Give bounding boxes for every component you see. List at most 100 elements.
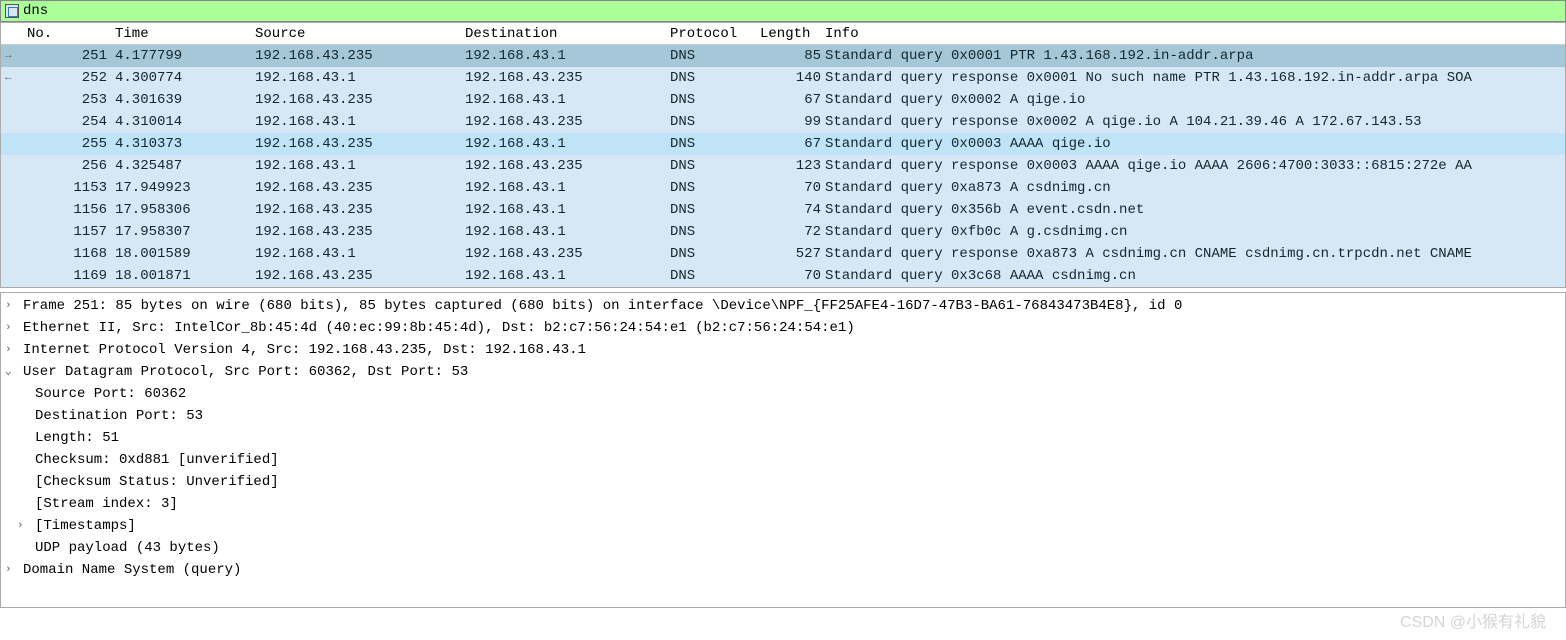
filter-icon: [5, 4, 19, 18]
cell-len: 140: [760, 70, 825, 86]
packet-row[interactable]: 116918.001871192.168.43.235192.168.43.1D…: [1, 265, 1565, 287]
cell-dst: 192.168.43.235: [465, 70, 670, 86]
cell-info: Standard query 0x0003 AAAA qige.io: [825, 136, 1565, 152]
cell-src: 192.168.43.1: [255, 70, 465, 86]
tree-udp[interactable]: ⌄ User Datagram Protocol, Src Port: 6036…: [5, 361, 1561, 383]
tree-ip[interactable]: › Internet Protocol Version 4, Src: 192.…: [5, 339, 1561, 361]
cell-src: 192.168.43.235: [255, 202, 465, 218]
cell-info: Standard query 0x3c68 AAAA csdnimg.cn: [825, 268, 1565, 284]
cell-no: 254: [25, 114, 115, 130]
cell-proto: DNS: [670, 268, 760, 284]
tree-label: User Datagram Protocol, Src Port: 60362,…: [23, 361, 468, 383]
cell-time: 4.310373: [115, 136, 255, 152]
packet-row[interactable]: 115317.949923192.168.43.235192.168.43.1D…: [1, 177, 1565, 199]
cell-no: 1156: [25, 202, 115, 218]
expand-icon[interactable]: ›: [5, 295, 23, 317]
watermark: CSDN @小猴有礼貌: [1400, 608, 1546, 632]
cell-dst: 192.168.43.235: [465, 158, 670, 174]
expand-icon[interactable]: ›: [17, 515, 35, 537]
cell-proto: DNS: [670, 114, 760, 130]
cell-no: 256: [25, 158, 115, 174]
display-filter-input[interactable]: [23, 3, 1561, 19]
cell-info: Standard query 0xa873 A csdnimg.cn: [825, 180, 1565, 196]
tree-label: Destination Port: 53: [35, 405, 203, 427]
cell-src: 192.168.43.235: [255, 268, 465, 284]
collapse-icon[interactable]: ⌄: [5, 361, 23, 383]
cell-info: Standard query 0x356b A event.csdn.net: [825, 202, 1565, 218]
expand-icon[interactable]: ›: [5, 317, 23, 339]
cell-time: 17.958307: [115, 224, 255, 240]
cell-len: 70: [760, 180, 825, 196]
expand-icon[interactable]: ›: [5, 559, 23, 581]
packet-row[interactable]: →2514.177799192.168.43.235192.168.43.1DN…: [1, 45, 1565, 67]
cell-time: 18.001871: [115, 268, 255, 284]
packet-row[interactable]: 116818.001589192.168.43.1192.168.43.235D…: [1, 243, 1565, 265]
packet-details-pane: › Frame 251: 85 bytes on wire (680 bits)…: [0, 292, 1566, 608]
tree-dns[interactable]: › Domain Name System (query): [5, 559, 1561, 581]
cell-proto: DNS: [670, 92, 760, 108]
cell-dst: 192.168.43.1: [465, 48, 670, 64]
tree-label: Checksum: 0xd881 [unverified]: [35, 449, 279, 471]
cell-info: Standard query response 0x0003 AAAA qige…: [825, 158, 1565, 174]
tree-udp-stream[interactable]: [Stream index: 3]: [5, 493, 1561, 515]
cell-len: 527: [760, 246, 825, 262]
column-destination[interactable]: Destination: [465, 26, 670, 42]
arrow-out-icon: →: [5, 50, 25, 62]
cell-time: 4.301639: [115, 92, 255, 108]
cell-info: Standard query 0x0001 PTR 1.43.168.192.i…: [825, 48, 1565, 64]
cell-proto: DNS: [670, 202, 760, 218]
tree-udp-checksum-status[interactable]: [Checksum Status: Unverified]: [5, 471, 1561, 493]
column-source[interactable]: Source: [255, 26, 465, 42]
cell-len: 99: [760, 114, 825, 130]
packet-row[interactable]: 115717.958307192.168.43.235192.168.43.1D…: [1, 221, 1565, 243]
cell-src: 192.168.43.235: [255, 136, 465, 152]
column-length[interactable]: Length: [760, 26, 825, 42]
cell-proto: DNS: [670, 158, 760, 174]
cell-len: 85: [760, 48, 825, 64]
packet-row[interactable]: 2554.310373192.168.43.235192.168.43.1DNS…: [1, 133, 1565, 155]
tree-udp-srcport[interactable]: Source Port: 60362: [5, 383, 1561, 405]
cell-info: Standard query response 0x0001 No such n…: [825, 70, 1565, 86]
packet-row[interactable]: 2544.310014192.168.43.1192.168.43.235DNS…: [1, 111, 1565, 133]
column-no[interactable]: No.: [25, 26, 115, 42]
cell-len: 74: [760, 202, 825, 218]
column-protocol[interactable]: Protocol: [670, 26, 760, 42]
packet-row[interactable]: ←2524.300774192.168.43.1192.168.43.235DN…: [1, 67, 1565, 89]
cell-no: 1169: [25, 268, 115, 284]
tree-label: Source Port: 60362: [35, 383, 186, 405]
tree-frame[interactable]: › Frame 251: 85 bytes on wire (680 bits)…: [5, 295, 1561, 317]
cell-dst: 192.168.43.235: [465, 246, 670, 262]
packet-row[interactable]: 2564.325487192.168.43.1192.168.43.235DNS…: [1, 155, 1565, 177]
expand-icon[interactable]: ›: [5, 339, 23, 361]
cell-no: 1157: [25, 224, 115, 240]
packet-list-header[interactable]: No. Time Source Destination Protocol Len…: [1, 23, 1565, 45]
tree-udp-length[interactable]: Length: 51: [5, 427, 1561, 449]
cell-len: 67: [760, 136, 825, 152]
cell-no: 1168: [25, 246, 115, 262]
cell-proto: DNS: [670, 136, 760, 152]
cell-no: 255: [25, 136, 115, 152]
tree-label: [Timestamps]: [35, 515, 136, 537]
cell-dst: 192.168.43.1: [465, 180, 670, 196]
packet-row[interactable]: 115617.958306192.168.43.235192.168.43.1D…: [1, 199, 1565, 221]
column-time[interactable]: Time: [115, 26, 255, 42]
tree-udp-payload[interactable]: UDP payload (43 bytes): [5, 537, 1561, 559]
cell-no: 1153: [25, 180, 115, 196]
cell-info: Standard query response 0xa873 A csdnimg…: [825, 246, 1565, 262]
cell-no: 251: [25, 48, 115, 64]
tree-udp-checksum[interactable]: Checksum: 0xd881 [unverified]: [5, 449, 1561, 471]
cell-time: 17.958306: [115, 202, 255, 218]
arrow-in-icon: ←: [5, 72, 25, 84]
tree-udp-dstport[interactable]: Destination Port: 53: [5, 405, 1561, 427]
cell-dst: 192.168.43.1: [465, 92, 670, 108]
cell-src: 192.168.43.235: [255, 92, 465, 108]
packet-row[interactable]: 2534.301639192.168.43.235192.168.43.1DNS…: [1, 89, 1565, 111]
cell-dst: 192.168.43.1: [465, 136, 670, 152]
cell-time: 18.001589: [115, 246, 255, 262]
column-info[interactable]: Info: [825, 26, 1565, 42]
tree-udp-timestamps[interactable]: › [Timestamps]: [5, 515, 1561, 537]
tree-label: [Checksum Status: Unverified]: [35, 471, 279, 493]
cell-src: 192.168.43.235: [255, 48, 465, 64]
cell-no: 252: [25, 70, 115, 86]
tree-ethernet[interactable]: › Ethernet II, Src: IntelCor_8b:45:4d (4…: [5, 317, 1561, 339]
